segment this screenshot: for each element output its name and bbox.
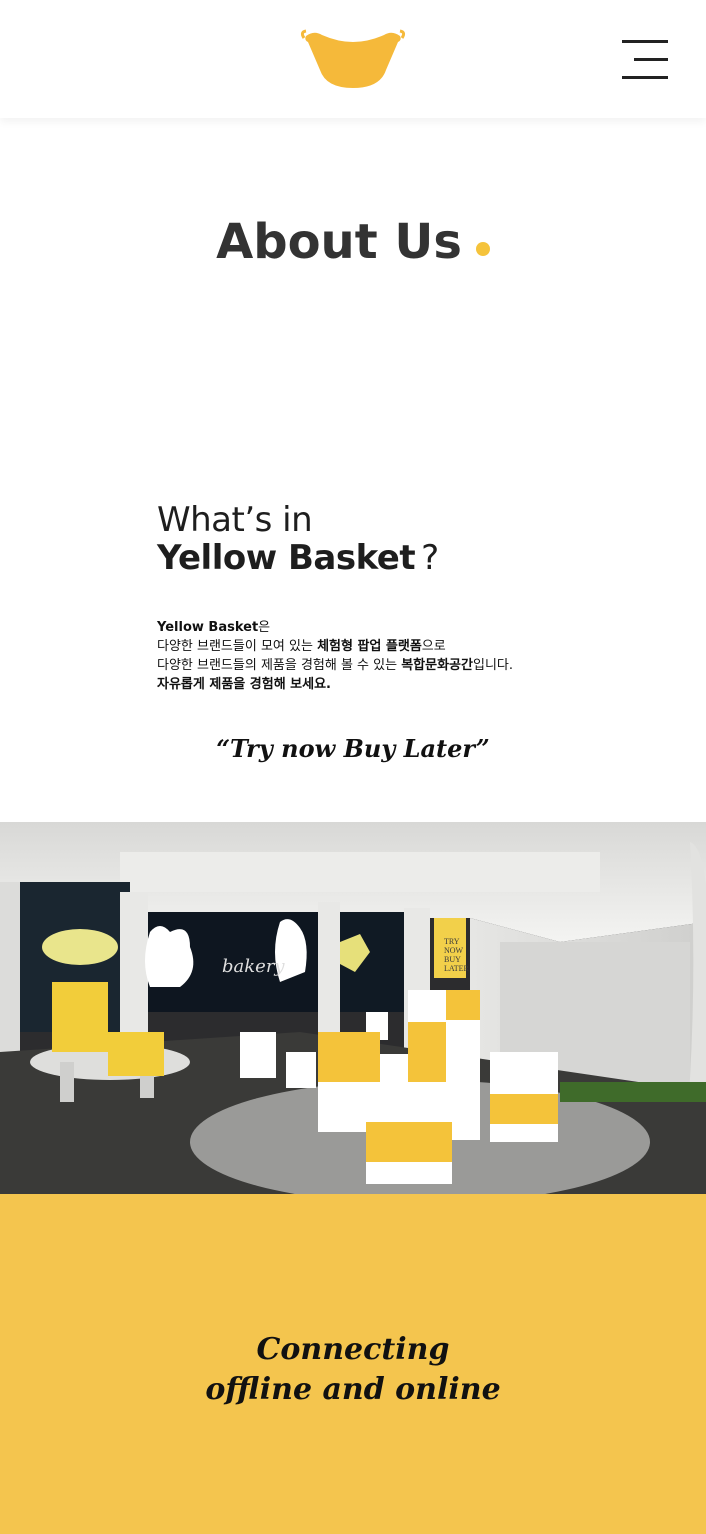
connect-heading: Connecting offline and online (0, 1330, 706, 1410)
brand-name: Yellow Basket (157, 538, 416, 578)
store-interior-photo: TRY NOW BUY LATER bakery (0, 822, 706, 1194)
hamburger-menu-icon[interactable] (618, 38, 670, 82)
desc-text: 다양한 브랜드들의 제품을 경험해 볼 수 있는 (157, 658, 402, 673)
page-title-text: About Us (216, 214, 462, 270)
desc-bold: Yellow Basket (157, 620, 259, 635)
store-interior-illustration: TRY NOW BUY LATER bakery (0, 822, 706, 1194)
desc-line: 다양한 브랜드들의 제품을 경험해 볼 수 있는 복합문화공간입니다. (157, 656, 513, 675)
connect-line1: Connecting (256, 1332, 450, 1367)
page-title: About Us (0, 214, 706, 270)
basket-logo-icon[interactable] (300, 26, 406, 92)
desc-text: 입니다. (472, 658, 513, 673)
tagline: “Try now Buy Later” (216, 734, 490, 763)
desc-text: 으로 (421, 639, 446, 654)
desc-line: 다양한 브랜드들이 모여 있는 체험형 팝업 플랫폼으로 (157, 637, 513, 656)
site-header (0, 0, 706, 118)
desc-line: 자유롭게 제품을 경험해 보세요. (157, 675, 513, 694)
window-text: bakery (222, 956, 285, 977)
desc-text: 다양한 브랜드들이 모여 있는 (157, 639, 318, 654)
intro-heading-line1: What’s in (157, 500, 313, 540)
desc-text: 은 (258, 620, 271, 635)
title-dot-icon (475, 242, 490, 256)
desc-bold: 자유롭게 제품을 경험해 보세요. (157, 677, 331, 692)
intro-heading-line2: Yellow Basket? (157, 538, 439, 578)
desc-bold: 복합문화공간 (401, 658, 473, 673)
intro-description: Yellow Basket은 다양한 브랜드들이 모여 있는 체험형 팝업 플랫… (157, 618, 513, 694)
connect-line2: offline and online (205, 1372, 501, 1407)
question-mark: ? (421, 538, 439, 578)
menu-line (634, 58, 668, 61)
connect-section: Connecting offline and online (0, 1194, 706, 1534)
desc-line: Yellow Basket은 (157, 618, 513, 637)
menu-line (622, 76, 668, 79)
desc-bold: 체험형 팝업 플랫폼 (317, 639, 422, 654)
menu-line (622, 40, 668, 43)
